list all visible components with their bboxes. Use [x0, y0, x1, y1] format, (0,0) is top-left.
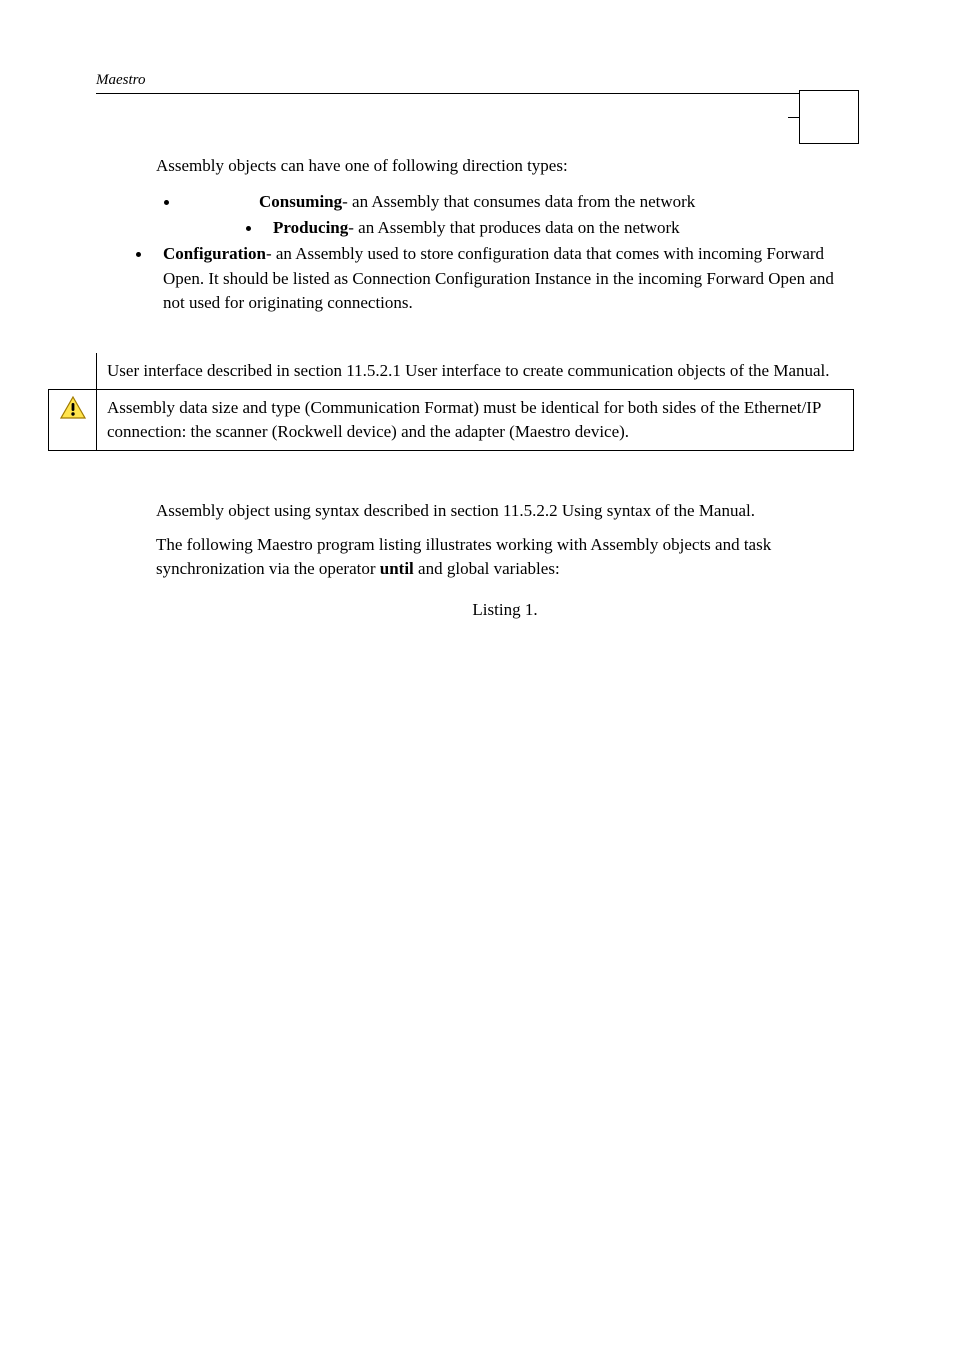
list-item: Producing- an Assembly that produces dat… — [156, 216, 854, 240]
note-row-warn: Assembly data size and type (Communicati… — [49, 389, 854, 450]
note-top-text: User interface described in section 11.5… — [97, 353, 854, 390]
list-item: Configuration- an Assembly used to store… — [156, 242, 854, 314]
list-item-text: Consuming- an Assembly that consumes dat… — [259, 190, 695, 214]
note-row-top: User interface described in section 11.5… — [49, 353, 854, 390]
intro-paragraph: Assembly objects can have one of followi… — [156, 154, 854, 178]
bullet-icon — [164, 200, 169, 205]
note-icon-cell-empty — [49, 353, 97, 390]
syntax-paragraph: Assembly object using syntax described i… — [156, 499, 854, 523]
header-corner-tick — [788, 117, 800, 118]
header-rule — [96, 93, 858, 94]
list-item-text: Producing- an Assembly that produces dat… — [273, 216, 680, 240]
list-item-text: Configuration- an Assembly used to store… — [163, 242, 854, 314]
list-item-bold: Producing — [273, 218, 348, 237]
bullet-icon — [246, 226, 251, 231]
note-warn-text: Assembly data size and type (Communicati… — [97, 389, 854, 450]
page-content: Assembly objects can have one of followi… — [96, 154, 858, 622]
header-title: Maestro — [96, 72, 858, 93]
page-header: Maestro — [96, 72, 858, 94]
warning-icon — [60, 396, 86, 420]
list-item-rest: - an Assembly that produces data on the … — [348, 218, 679, 237]
listing-intro-post: and global variables: — [414, 559, 560, 578]
listing-intro-bold: until — [380, 559, 414, 578]
list-item-bold: Consuming — [259, 192, 342, 211]
list-item-bold: Configuration — [163, 244, 266, 263]
document-page: Maestro Assembly objects can have one of… — [0, 0, 954, 1351]
bullet-icon — [136, 252, 141, 257]
note-icon-cell — [49, 389, 97, 450]
listing-intro-paragraph: The following Maestro program listing il… — [156, 533, 854, 581]
listing-caption: Listing 1. — [156, 598, 854, 622]
note-box: User interface described in section 11.5… — [48, 353, 854, 451]
header-corner-box — [799, 90, 859, 144]
direction-type-list: Consuming- an Assembly that consumes dat… — [156, 190, 854, 315]
list-item-rest: - an Assembly that consumes data from th… — [342, 192, 695, 211]
list-item: Consuming- an Assembly that consumes dat… — [156, 190, 854, 214]
